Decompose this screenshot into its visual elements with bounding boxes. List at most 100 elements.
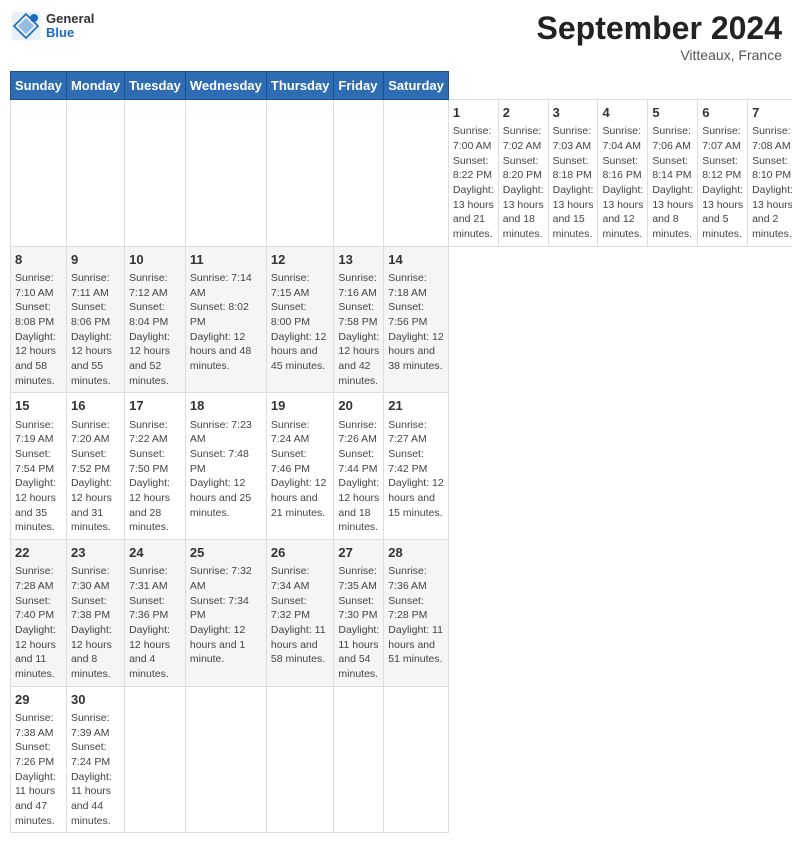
calendar-cell: 15 Sunrise: 7:19 AM Sunset: 7:54 PM Dayl…: [11, 393, 67, 540]
calendar-cell: 7 Sunrise: 7:08 AM Sunset: 8:10 PM Dayli…: [748, 100, 792, 247]
week-row-5: 29 Sunrise: 7:38 AM Sunset: 7:26 PM Dayl…: [11, 686, 792, 833]
day-number: 7: [752, 104, 792, 122]
cell-content: Sunrise: 7:19 AM Sunset: 7:54 PM Dayligh…: [15, 418, 62, 536]
cell-content: Sunrise: 7:28 AM Sunset: 7:40 PM Dayligh…: [15, 564, 62, 682]
day-number: 26: [271, 544, 330, 562]
calendar-cell: [66, 100, 124, 247]
day-number: 11: [190, 251, 262, 269]
logo: General Blue: [10, 10, 94, 42]
calendar-cell: 28 Sunrise: 7:36 AM Sunset: 7:28 PM Dayl…: [384, 540, 449, 687]
day-number: 25: [190, 544, 262, 562]
week-row-2: 8 Sunrise: 7:10 AM Sunset: 8:08 PM Dayli…: [11, 246, 792, 393]
calendar-cell: [384, 686, 449, 833]
calendar-cell: 23 Sunrise: 7:30 AM Sunset: 7:38 PM Dayl…: [66, 540, 124, 687]
cell-content: Sunrise: 7:34 AM Sunset: 7:32 PM Dayligh…: [271, 564, 330, 667]
page-header: General Blue September 2024 Vitteaux, Fr…: [10, 10, 782, 63]
calendar-cell: 17 Sunrise: 7:22 AM Sunset: 7:50 PM Dayl…: [125, 393, 186, 540]
calendar-cell: 25 Sunrise: 7:32 AM Sunset: 7:34 PM Dayl…: [185, 540, 266, 687]
calendar-cell: [384, 100, 449, 247]
calendar-cell: [185, 686, 266, 833]
cell-content: Sunrise: 7:31 AM Sunset: 7:36 PM Dayligh…: [129, 564, 181, 682]
day-number: 20: [338, 397, 379, 415]
calendar-cell: [334, 100, 384, 247]
cell-content: Sunrise: 7:12 AM Sunset: 8:04 PM Dayligh…: [129, 271, 181, 389]
cell-content: Sunrise: 7:20 AM Sunset: 7:52 PM Dayligh…: [71, 418, 120, 536]
calendar-cell: [266, 686, 334, 833]
cell-content: Sunrise: 7:02 AM Sunset: 8:20 PM Dayligh…: [503, 124, 544, 242]
calendar-cell: [334, 686, 384, 833]
calendar-cell: 30 Sunrise: 7:39 AM Sunset: 7:24 PM Dayl…: [66, 686, 124, 833]
logo-general: General: [46, 12, 94, 26]
logo-blue: Blue: [46, 26, 94, 40]
calendar-cell: 20 Sunrise: 7:26 AM Sunset: 7:44 PM Dayl…: [334, 393, 384, 540]
col-wednesday: Wednesday: [185, 72, 266, 100]
calendar-cell: 14 Sunrise: 7:18 AM Sunset: 7:56 PM Dayl…: [384, 246, 449, 393]
calendar-cell: 3 Sunrise: 7:03 AM Sunset: 8:18 PM Dayli…: [548, 100, 598, 247]
logo-icon: [10, 10, 42, 42]
day-number: 16: [71, 397, 120, 415]
cell-content: Sunrise: 7:38 AM Sunset: 7:26 PM Dayligh…: [15, 711, 62, 829]
page-subtitle: Vitteaux, France: [537, 47, 782, 63]
calendar-cell: 29 Sunrise: 7:38 AM Sunset: 7:26 PM Dayl…: [11, 686, 67, 833]
calendar-cell: 10 Sunrise: 7:12 AM Sunset: 8:04 PM Dayl…: [125, 246, 186, 393]
day-number: 12: [271, 251, 330, 269]
page-title: September 2024: [537, 10, 782, 47]
cell-content: Sunrise: 7:39 AM Sunset: 7:24 PM Dayligh…: [71, 711, 120, 829]
day-number: 18: [190, 397, 262, 415]
day-number: 23: [71, 544, 120, 562]
title-block: September 2024 Vitteaux, France: [537, 10, 782, 63]
calendar-cell: 27 Sunrise: 7:35 AM Sunset: 7:30 PM Dayl…: [334, 540, 384, 687]
col-thursday: Thursday: [266, 72, 334, 100]
day-number: 1: [453, 104, 494, 122]
day-number: 2: [503, 104, 544, 122]
col-saturday: Saturday: [384, 72, 449, 100]
day-number: 28: [388, 544, 444, 562]
day-number: 22: [15, 544, 62, 562]
day-number: 15: [15, 397, 62, 415]
cell-content: Sunrise: 7:22 AM Sunset: 7:50 PM Dayligh…: [129, 418, 181, 536]
calendar-cell: 21 Sunrise: 7:27 AM Sunset: 7:42 PM Dayl…: [384, 393, 449, 540]
day-number: 27: [338, 544, 379, 562]
calendar-cell: 2 Sunrise: 7:02 AM Sunset: 8:20 PM Dayli…: [498, 100, 548, 247]
calendar-cell: 18 Sunrise: 7:23 AM Sunset: 7:48 PM Dayl…: [185, 393, 266, 540]
cell-content: Sunrise: 7:00 AM Sunset: 8:22 PM Dayligh…: [453, 124, 494, 242]
calendar-cell: [266, 100, 334, 247]
calendar-cell: [125, 100, 186, 247]
calendar-cell: 16 Sunrise: 7:20 AM Sunset: 7:52 PM Dayl…: [66, 393, 124, 540]
calendar-header-row: Sunday Monday Tuesday Wednesday Thursday…: [11, 72, 792, 100]
cell-content: Sunrise: 7:14 AM Sunset: 8:02 PM Dayligh…: [190, 271, 262, 374]
calendar-cell: 19 Sunrise: 7:24 AM Sunset: 7:46 PM Dayl…: [266, 393, 334, 540]
col-sunday: Sunday: [11, 72, 67, 100]
cell-content: Sunrise: 7:30 AM Sunset: 7:38 PM Dayligh…: [71, 564, 120, 682]
day-number: 6: [702, 104, 743, 122]
calendar-cell: [125, 686, 186, 833]
calendar-cell: 4 Sunrise: 7:04 AM Sunset: 8:16 PM Dayli…: [598, 100, 648, 247]
calendar-cell: 26 Sunrise: 7:34 AM Sunset: 7:32 PM Dayl…: [266, 540, 334, 687]
calendar-cell: 9 Sunrise: 7:11 AM Sunset: 8:06 PM Dayli…: [66, 246, 124, 393]
col-monday: Monday: [66, 72, 124, 100]
calendar-cell: 8 Sunrise: 7:10 AM Sunset: 8:08 PM Dayli…: [11, 246, 67, 393]
day-number: 14: [388, 251, 444, 269]
logo-text: General Blue: [46, 12, 94, 41]
cell-content: Sunrise: 7:15 AM Sunset: 8:00 PM Dayligh…: [271, 271, 330, 374]
calendar-cell: 24 Sunrise: 7:31 AM Sunset: 7:36 PM Dayl…: [125, 540, 186, 687]
day-number: 30: [71, 691, 120, 709]
cell-content: Sunrise: 7:23 AM Sunset: 7:48 PM Dayligh…: [190, 418, 262, 521]
day-number: 4: [602, 104, 643, 122]
calendar-table: Sunday Monday Tuesday Wednesday Thursday…: [10, 71, 792, 833]
cell-content: Sunrise: 7:08 AM Sunset: 8:10 PM Dayligh…: [752, 124, 792, 242]
day-number: 10: [129, 251, 181, 269]
week-row-4: 22 Sunrise: 7:28 AM Sunset: 7:40 PM Dayl…: [11, 540, 792, 687]
day-number: 24: [129, 544, 181, 562]
calendar-cell: [185, 100, 266, 247]
week-row-3: 15 Sunrise: 7:19 AM Sunset: 7:54 PM Dayl…: [11, 393, 792, 540]
day-number: 3: [553, 104, 594, 122]
day-number: 5: [652, 104, 693, 122]
day-number: 13: [338, 251, 379, 269]
cell-content: Sunrise: 7:18 AM Sunset: 7:56 PM Dayligh…: [388, 271, 444, 374]
day-number: 9: [71, 251, 120, 269]
week-row-1: 1 Sunrise: 7:00 AM Sunset: 8:22 PM Dayli…: [11, 100, 792, 247]
day-number: 8: [15, 251, 62, 269]
cell-content: Sunrise: 7:27 AM Sunset: 7:42 PM Dayligh…: [388, 418, 444, 521]
cell-content: Sunrise: 7:16 AM Sunset: 7:58 PM Dayligh…: [338, 271, 379, 389]
